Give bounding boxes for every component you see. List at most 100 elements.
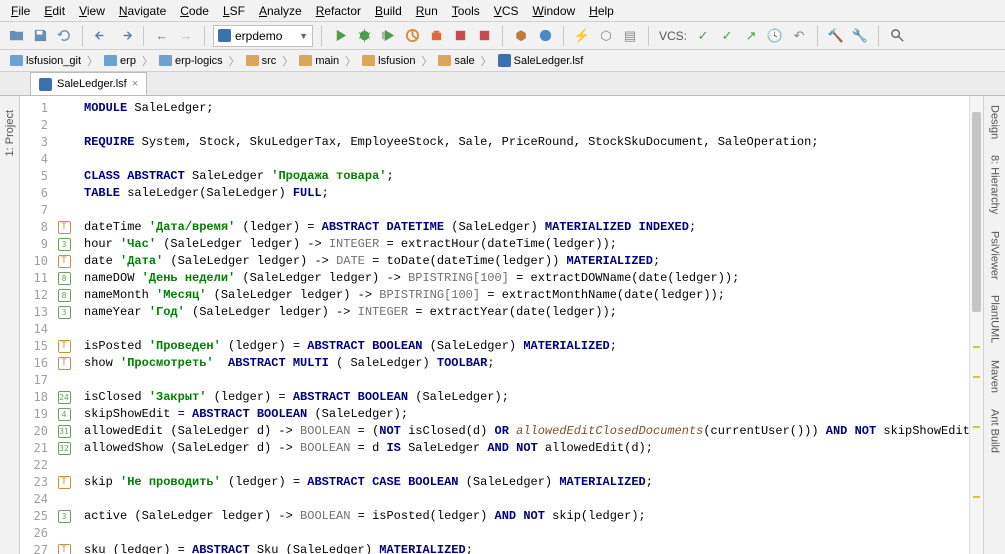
refresh-icon[interactable] bbox=[54, 26, 74, 46]
breadcrumb-item[interactable]: main bbox=[295, 55, 343, 67]
code-line[interactable]: hour 'Час' (SaleLedger ledger) -> INTEGE… bbox=[84, 236, 969, 253]
toolwindow-maven[interactable]: Maven bbox=[989, 357, 1001, 396]
code-line[interactable]: date 'Дата' (SaleLedger ledger) -> DATE … bbox=[84, 253, 969, 270]
code-line[interactable] bbox=[84, 525, 969, 542]
code-line[interactable] bbox=[84, 151, 969, 168]
profile-icon[interactable] bbox=[402, 26, 422, 46]
toolwindow-design[interactable]: Design bbox=[989, 102, 1001, 142]
code-icon[interactable] bbox=[535, 26, 555, 46]
code-line[interactable] bbox=[84, 491, 969, 508]
breadcrumb-item[interactable]: lsfusion_git bbox=[6, 55, 85, 67]
code-line[interactable]: nameYear 'Год' (SaleLedger ledger) -> IN… bbox=[84, 304, 969, 321]
toolwindow-8-hierarchy[interactable]: 8: Hierarchy bbox=[989, 152, 1001, 217]
line-marker bbox=[54, 134, 74, 151]
code-line[interactable] bbox=[84, 117, 969, 134]
menu-code[interactable]: Code bbox=[173, 2, 216, 20]
code-line[interactable]: skipShowEdit = ABSTRACT BOOLEAN (SaleLed… bbox=[84, 406, 969, 423]
menu-tools[interactable]: Tools bbox=[445, 2, 487, 20]
menu-edit[interactable]: Edit bbox=[37, 2, 72, 20]
marker-gutter: T3T883TT2443132T3T bbox=[54, 96, 74, 554]
menu-refactor[interactable]: Refactor bbox=[309, 2, 368, 20]
back-icon[interactable]: ← bbox=[152, 26, 172, 46]
breadcrumb-item[interactable]: SaleLedger.lsf bbox=[494, 54, 588, 67]
toolwindow-ant-build[interactable]: Ant Build bbox=[989, 406, 1001, 456]
breadcrumb-item[interactable]: erp bbox=[100, 55, 140, 67]
code-line[interactable]: isPosted 'Проведен' (ledger) = ABSTRACT … bbox=[84, 338, 969, 355]
save-icon[interactable] bbox=[30, 26, 50, 46]
attach-icon[interactable] bbox=[426, 26, 446, 46]
code-line[interactable]: allowedShow (SaleLedger d) -> BOOLEAN = … bbox=[84, 440, 969, 457]
line-marker: T bbox=[54, 355, 74, 372]
menu-build[interactable]: Build bbox=[368, 2, 409, 20]
search-icon[interactable] bbox=[887, 26, 907, 46]
debug-icon[interactable] bbox=[354, 26, 374, 46]
code-editor[interactable]: 1234567891011121314151617181920212223242… bbox=[20, 96, 983, 554]
code-line[interactable]: TABLE saleLedger(SaleLedger) FULL; bbox=[84, 185, 969, 202]
wrench-icon[interactable]: 🔧 bbox=[850, 26, 870, 46]
build-icon[interactable]: 🔨 bbox=[826, 26, 846, 46]
code-line[interactable]: allowedEdit (SaleLedger d) -> BOOLEAN = … bbox=[84, 423, 969, 440]
bolt-icon[interactable]: ⚡ bbox=[572, 26, 592, 46]
breadcrumb-item[interactable]: erp-logics bbox=[155, 55, 227, 67]
folder-icon bbox=[246, 55, 259, 66]
code-line[interactable]: MODULE SaleLedger; bbox=[84, 100, 969, 117]
code-line[interactable]: nameMonth 'Месяц' (SaleLedger ledger) ->… bbox=[84, 287, 969, 304]
line-marker: 4 bbox=[54, 406, 74, 423]
toggle1-icon[interactable]: ⬢ bbox=[511, 26, 531, 46]
forward-icon[interactable]: → bbox=[176, 26, 196, 46]
menu-window[interactable]: Window bbox=[525, 2, 582, 20]
vcs-commit2-icon[interactable]: ✓ bbox=[717, 26, 737, 46]
code-line[interactable]: nameDOW 'День недели' (SaleLedger ledger… bbox=[84, 270, 969, 287]
code-line[interactable] bbox=[84, 321, 969, 338]
stop-icon[interactable] bbox=[450, 26, 470, 46]
breadcrumb-item[interactable]: sale bbox=[434, 55, 478, 67]
code-line[interactable]: active (SaleLedger ledger) -> BOOLEAN = … bbox=[84, 508, 969, 525]
breadcrumb-item[interactable]: src bbox=[242, 55, 281, 67]
menu-navigate[interactable]: Navigate bbox=[112, 2, 173, 20]
vcs-revert-icon[interactable]: ↶ bbox=[789, 26, 809, 46]
menu-file[interactable]: File bbox=[4, 2, 37, 20]
code-line[interactable]: sku (ledger) = ABSTRACT Sku (SaleLedger)… bbox=[84, 542, 969, 554]
package-icon[interactable]: ▤ bbox=[620, 26, 640, 46]
project-tool-button[interactable]: 1: Project bbox=[4, 106, 16, 160]
code-line[interactable] bbox=[84, 202, 969, 219]
run-config-combo[interactable]: erpdemo ▼ bbox=[213, 25, 313, 47]
code-line[interactable] bbox=[84, 372, 969, 389]
vcs-history-icon[interactable]: 🕓 bbox=[765, 26, 785, 46]
coverage-icon[interactable] bbox=[378, 26, 398, 46]
undo-icon[interactable] bbox=[91, 26, 111, 46]
chevron-right-icon: 〉 bbox=[479, 53, 494, 69]
code-line[interactable]: CLASS ABSTRACT SaleLedger 'Продажа товар… bbox=[84, 168, 969, 185]
stop2-icon[interactable] bbox=[474, 26, 494, 46]
vcs-push-icon[interactable]: ↗ bbox=[741, 26, 761, 46]
editor-tab[interactable]: SaleLedger.lsf × bbox=[30, 72, 147, 95]
menu-analyze[interactable]: Analyze bbox=[252, 2, 309, 20]
hierarchy-icon[interactable]: ⬡ bbox=[596, 26, 616, 46]
scrollbar-thumb[interactable] bbox=[972, 112, 981, 312]
toolwindow-plantuml[interactable]: PlantUML bbox=[989, 292, 1001, 346]
menu-help[interactable]: Help bbox=[582, 2, 621, 20]
breadcrumb-item[interactable]: lsfusion bbox=[358, 55, 419, 67]
code-line[interactable]: REQUIRE System, Stock, SkuLedgerTax, Emp… bbox=[84, 134, 969, 151]
vertical-scrollbar[interactable] bbox=[969, 96, 983, 554]
menu-lsf[interactable]: LSF bbox=[216, 2, 252, 20]
code-line[interactable]: isClosed 'Закрыт' (ledger) = ABSTRACT BO… bbox=[84, 389, 969, 406]
vcs-commit-icon[interactable]: ✓ bbox=[693, 26, 713, 46]
redo-icon[interactable] bbox=[115, 26, 135, 46]
run-icon[interactable] bbox=[330, 26, 350, 46]
open-icon[interactable] bbox=[6, 26, 26, 46]
line-marker bbox=[54, 525, 74, 542]
code-line[interactable]: skip 'Не проводить' (ledger) = ABSTRACT … bbox=[84, 474, 969, 491]
code-line[interactable] bbox=[84, 457, 969, 474]
menu-run[interactable]: Run bbox=[409, 2, 445, 20]
menu-view[interactable]: View bbox=[72, 2, 112, 20]
code-line[interactable]: show 'Просмотреть' ABSTRACT MULTI ( Sale… bbox=[84, 355, 969, 372]
line-marker: 3 bbox=[54, 236, 74, 253]
menu-vcs[interactable]: VCS bbox=[487, 2, 526, 20]
toolwindow-psiviewer[interactable]: PsiViewer bbox=[989, 228, 1001, 283]
code-line[interactable]: dateTime 'Дата/время' (ledger) = ABSTRAC… bbox=[84, 219, 969, 236]
line-number: 21 bbox=[20, 440, 48, 457]
code-area[interactable]: MODULE SaleLedger; REQUIRE System, Stock… bbox=[74, 96, 969, 554]
line-marker: T bbox=[54, 474, 74, 491]
close-icon[interactable]: × bbox=[132, 78, 138, 90]
